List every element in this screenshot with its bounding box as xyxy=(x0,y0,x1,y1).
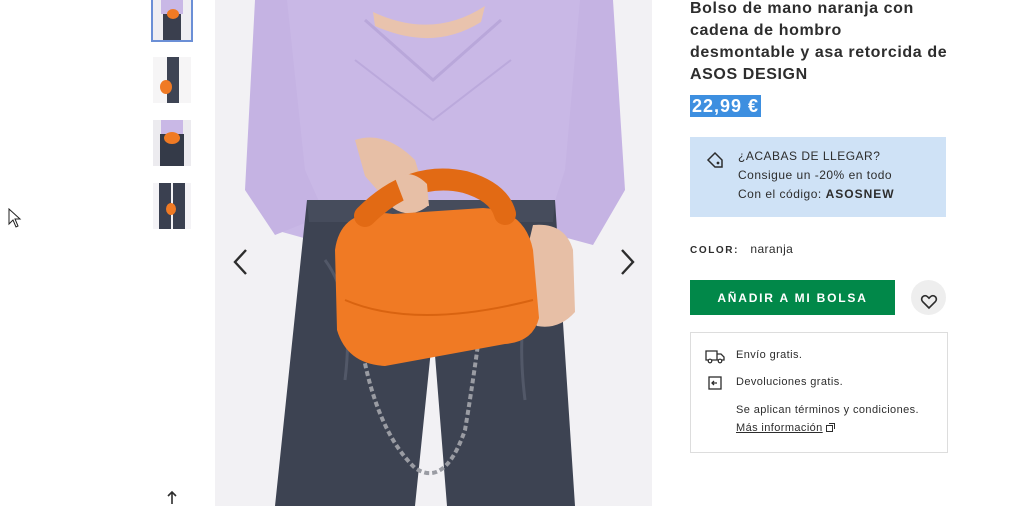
delivery-info: Envío gratis. Devoluciones gratis. Se ap… xyxy=(690,332,948,453)
product-price: 22,99 € xyxy=(690,95,762,117)
promo-text: Consigue un -20% en todo xyxy=(738,168,893,182)
returns-icon xyxy=(708,376,722,390)
thumbnail-4[interactable] xyxy=(153,183,191,229)
promo-code: ASOSNEW xyxy=(825,187,895,201)
terms-text: Se aplican términos y condiciones. xyxy=(736,404,919,416)
external-link-icon xyxy=(825,423,835,432)
share-icon[interactable] xyxy=(163,490,181,506)
save-for-later-button[interactable] xyxy=(911,280,946,315)
product-photo xyxy=(215,0,652,506)
product-title: Bolso de mano naranja con cadena de homb… xyxy=(690,0,948,83)
chevron-left-icon[interactable] xyxy=(229,246,253,278)
promo-code-line: Con el código: ASOSNEW xyxy=(738,187,895,201)
more-info-row: Más información xyxy=(736,422,835,434)
add-to-bag-button[interactable]: AÑADIR A MI BOLSA xyxy=(690,280,895,315)
thumbnail-3[interactable] xyxy=(153,120,191,166)
free-shipping-text: Envío gratis. xyxy=(736,349,803,361)
product-image xyxy=(215,0,652,506)
chevron-right-icon[interactable] xyxy=(615,246,639,278)
truck-icon xyxy=(705,350,725,364)
mouse-cursor-icon xyxy=(8,208,22,228)
color-label: COLOR: xyxy=(690,245,740,256)
thumbnail-2[interactable] xyxy=(153,57,191,103)
color-row: COLOR: naranja xyxy=(690,242,793,256)
promo-code-label: Con el código: xyxy=(738,187,826,201)
thumbnail-1[interactable] xyxy=(151,0,193,42)
color-value: naranja xyxy=(750,242,794,256)
promo-heading: ¿ACABAS DE LLEGAR? xyxy=(738,149,881,163)
heart-icon xyxy=(920,294,937,309)
promo-banner: ¿ACABAS DE LLEGAR? Consigue un -20% en t… xyxy=(690,137,946,217)
price-tag-icon xyxy=(706,151,723,168)
more-info-link[interactable]: Más información xyxy=(736,422,823,434)
free-returns-text: Devoluciones gratis. xyxy=(736,376,844,388)
